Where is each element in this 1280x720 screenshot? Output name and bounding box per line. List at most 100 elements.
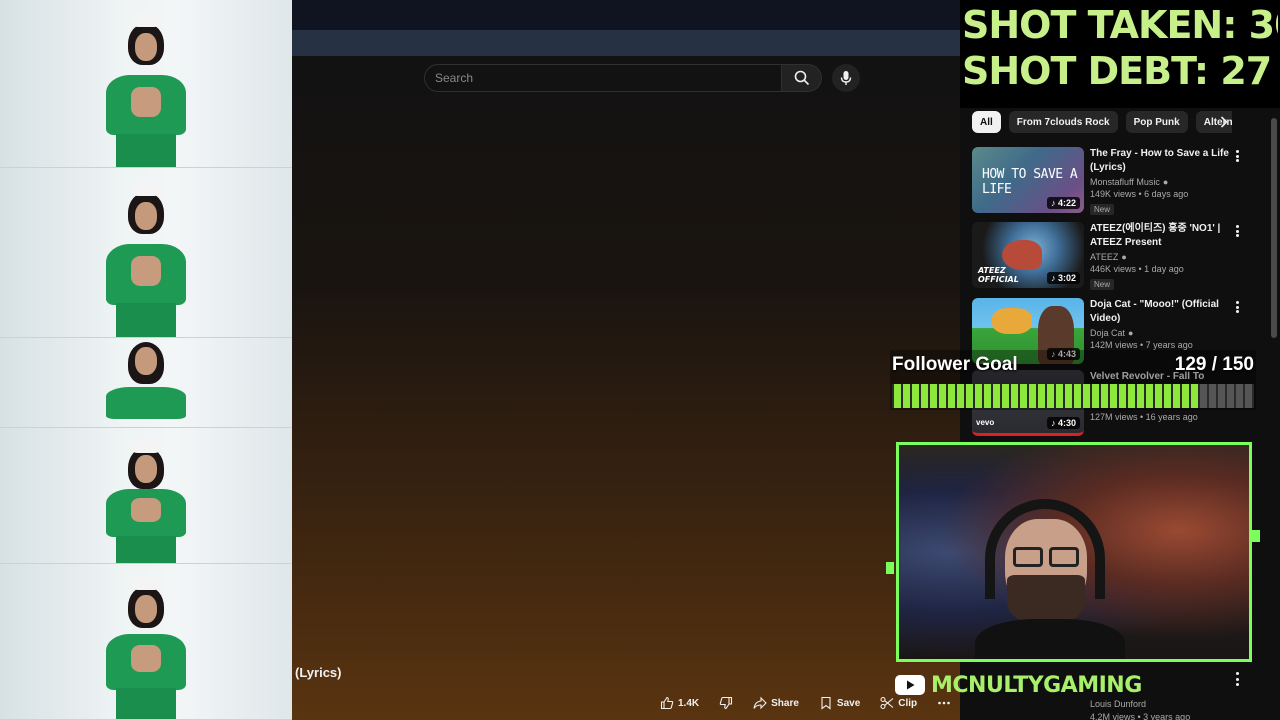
progress-segment xyxy=(984,384,991,408)
video-meta: 4.2M views • 3 years ago xyxy=(1090,712,1191,720)
music-video-strip xyxy=(0,0,292,720)
progress-segment xyxy=(1029,384,1036,408)
top-bar xyxy=(292,0,960,30)
save-label: Save xyxy=(836,697,861,709)
search-icon xyxy=(794,70,809,86)
bookmark-icon xyxy=(821,696,831,710)
chip-all[interactable]: All xyxy=(972,111,1001,133)
thumbs-down-icon xyxy=(719,696,733,710)
channel-name[interactable]: ATEEZ xyxy=(1090,252,1118,262)
video-title[interactable]: Doja Cat - "Mooo!" (Official Video) xyxy=(1090,298,1230,326)
progress-segment xyxy=(1236,384,1243,408)
video-player[interactable] xyxy=(292,56,960,720)
progress-segment xyxy=(1191,384,1198,408)
progress-segment xyxy=(912,384,919,408)
share-button[interactable]: Share xyxy=(745,692,807,714)
video-meta: 127M views • 16 years ago xyxy=(1090,412,1198,422)
shot-counter-overlay: SHOT TAKEN: 30 SHOT DEBT: 27 xyxy=(960,0,1280,108)
microphone-icon xyxy=(840,71,852,85)
video-thumbnail[interactable]: HOW TO SAVE A LIFE ♪ 4:22 xyxy=(972,147,1084,213)
verified-icon: ● xyxy=(1121,252,1127,262)
chips-next-button[interactable] xyxy=(1216,114,1232,130)
video-thumbnail[interactable]: ATEEZ OFFICIAL ♪ 3:02 xyxy=(972,222,1084,288)
progress-segment xyxy=(966,384,973,408)
video-title[interactable]: The Fray - How to Save a Life (Lyrics) xyxy=(1090,147,1230,175)
progress-segment xyxy=(1155,384,1162,408)
video-meta: 149K views • 6 days ago xyxy=(1090,189,1189,199)
channel-name[interactable]: Monstafluff Music xyxy=(1090,177,1160,187)
video-frame xyxy=(0,168,292,338)
video-frame xyxy=(0,0,292,168)
follower-goal-count: 129 / 150 xyxy=(1174,354,1254,375)
like-count: 1.4K xyxy=(678,697,700,709)
progress-segment xyxy=(1020,384,1027,408)
video-title: (Lyrics) xyxy=(295,665,342,680)
recommended-video[interactable]: ATEEZ OFFICIAL ♪ 3:02 ATEEZ(에이티즈) 홍중 'NO… xyxy=(972,222,1262,292)
search-input[interactable]: Search xyxy=(424,64,782,92)
chip-from-7clouds-rock[interactable]: From 7clouds Rock xyxy=(1008,111,1118,133)
dislike-button[interactable] xyxy=(711,692,741,714)
progress-segment xyxy=(921,384,928,408)
video-menu-button[interactable] xyxy=(1232,672,1242,686)
progress-segment xyxy=(939,384,946,408)
progress-segment xyxy=(1182,384,1189,408)
progress-segment xyxy=(1083,384,1090,408)
video-title[interactable]: ATEEZ(에이티즈) 홍중 'NO1' | ATEEZ Present xyxy=(1090,222,1230,250)
follower-goal-label: Follower Goal xyxy=(892,354,1018,375)
streamer xyxy=(975,489,1125,659)
thumbs-up-icon xyxy=(660,696,674,710)
thumbnail-text: ATEEZ OFFICIAL xyxy=(978,266,1019,284)
sidebar-scrollbar[interactable] xyxy=(1271,118,1277,338)
progress-segment xyxy=(1056,384,1063,408)
progress-segment xyxy=(894,384,901,408)
chip-pop-punk[interactable]: Pop Punk xyxy=(1125,111,1188,133)
share-icon xyxy=(753,696,767,710)
video-frame xyxy=(0,428,292,564)
video-frame xyxy=(0,564,292,720)
progress-segment xyxy=(1047,384,1054,408)
search-button[interactable] xyxy=(782,64,822,92)
progress-segment xyxy=(1092,384,1099,408)
progress-segment xyxy=(957,384,964,408)
video-menu-button[interactable] xyxy=(1232,300,1242,314)
search-bar: Search xyxy=(424,64,860,92)
progress-segment xyxy=(930,384,937,408)
frame-accent xyxy=(1252,530,1260,542)
progress-segment xyxy=(1227,384,1234,408)
chevron-right-icon xyxy=(1220,116,1228,128)
progress-segment xyxy=(1218,384,1225,408)
progress-segment xyxy=(1146,384,1153,408)
recommended-video[interactable]: HOW TO SAVE A LIFE ♪ 4:22 The Fray - How… xyxy=(972,147,1262,217)
progress-segment xyxy=(1074,384,1081,408)
channel-name[interactable]: Doja Cat xyxy=(1090,328,1125,338)
video-menu-button[interactable] xyxy=(1232,224,1242,238)
progress-segment xyxy=(1200,384,1207,408)
filter-chips: All From 7clouds Rock Pop Punk Alterna xyxy=(972,110,1232,134)
video-menu-button[interactable] xyxy=(1232,149,1242,163)
progress-segment xyxy=(1119,384,1126,408)
video-meta: 142M views • 7 years ago xyxy=(1090,340,1193,350)
thumbnail-text: HOW TO SAVE A LIFE xyxy=(982,167,1078,197)
progress-segment xyxy=(993,384,1000,408)
progress-segment xyxy=(1101,384,1108,408)
shot-taken-text: SHOT TAKEN: 30 xyxy=(962,3,1278,47)
follower-goal-progress xyxy=(892,384,1254,408)
progress-segment xyxy=(1110,384,1117,408)
video-duration: ♪ 4:22 xyxy=(1046,197,1080,209)
like-button[interactable]: 1.4K xyxy=(652,692,707,714)
thumbnail-text: vevo xyxy=(976,418,995,427)
progress-segment xyxy=(1164,384,1171,408)
verified-icon: ● xyxy=(1162,177,1169,187)
browser-strip xyxy=(292,30,960,56)
video-meta: 446K views • 1 day ago xyxy=(1090,264,1184,274)
progress-segment xyxy=(948,384,955,408)
video-duration: ♪ 3:02 xyxy=(1046,272,1080,284)
save-button[interactable]: Save xyxy=(811,692,868,714)
voice-search-button[interactable] xyxy=(832,64,860,92)
progress-segment xyxy=(1245,384,1252,408)
progress-segment xyxy=(1002,384,1009,408)
verified-icon: ● xyxy=(1128,328,1134,338)
progress-segment xyxy=(903,384,910,408)
channel-name[interactable]: Louis Dunford xyxy=(1090,698,1190,711)
stream-screen: Search (Lyrics) 1.4K Share Save Clip SHO… xyxy=(0,0,1280,720)
